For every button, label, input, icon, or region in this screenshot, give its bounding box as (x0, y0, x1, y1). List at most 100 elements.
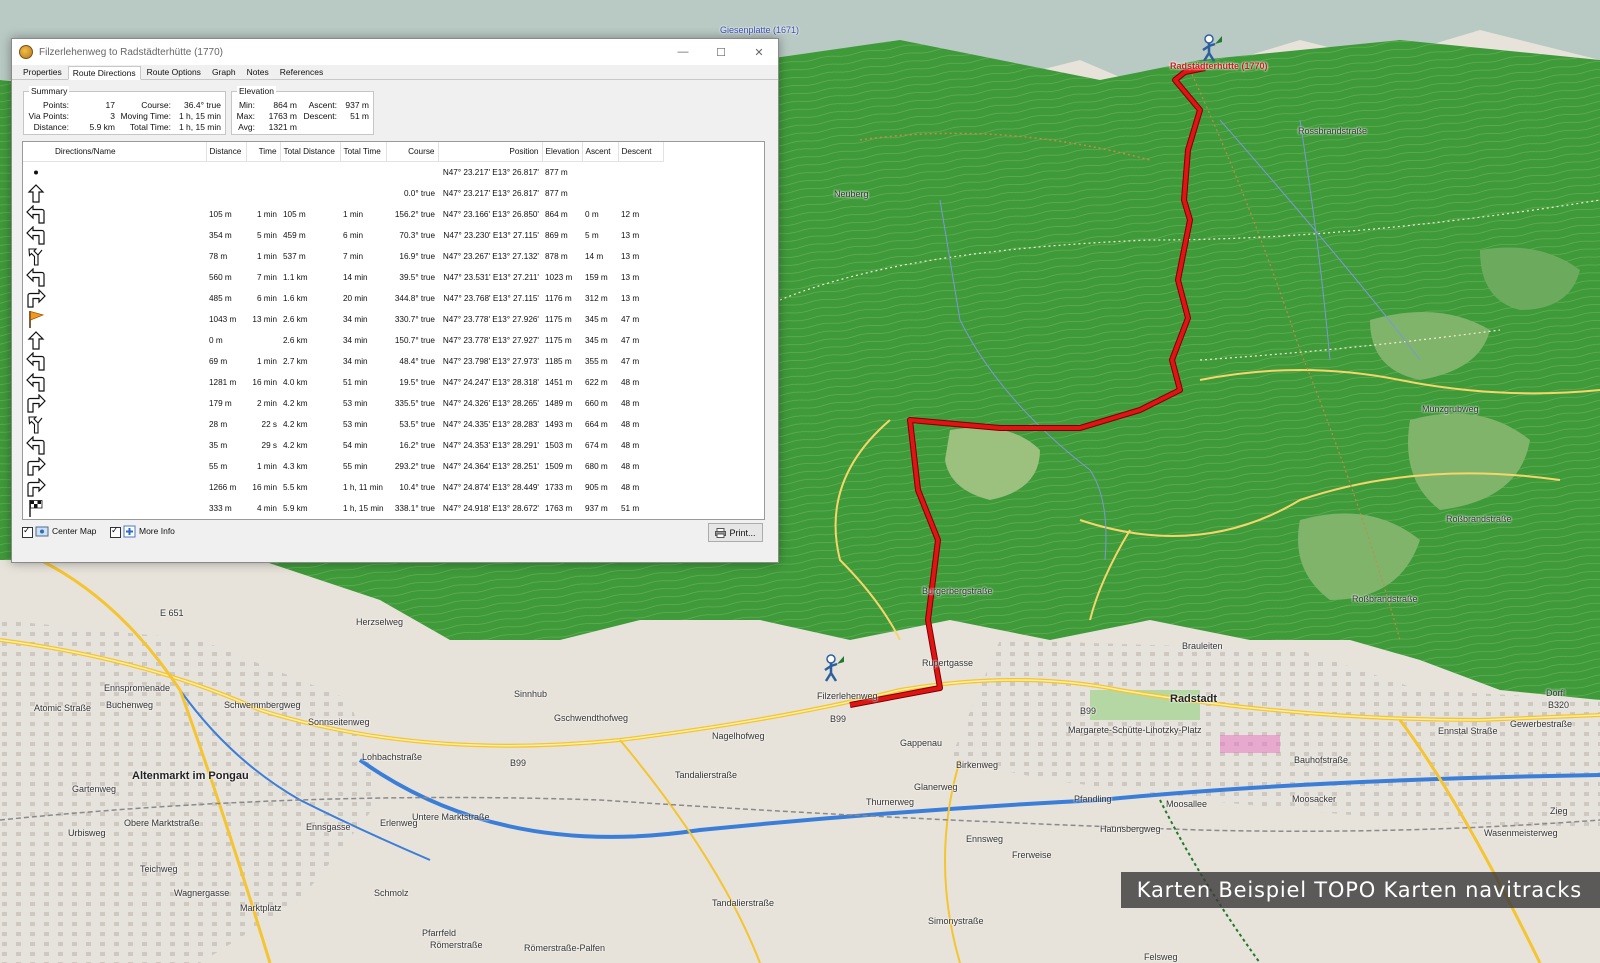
map-label-roemerstrasse-palfen: Römerstraße-Palfen (524, 943, 606, 953)
direction-row[interactable]: Turn left onto Alte Bundesstraße 105 m 1 m… (23, 204, 663, 225)
cell-total-time: 20 min (343, 294, 368, 303)
direction-row[interactable]: Radstädterhütte (1770) 333 m 4 min 5.9 km 1 … (23, 498, 663, 519)
col-distance[interactable]: Distance (206, 142, 247, 162)
cell-descent: 13 m (621, 294, 640, 303)
cell-descent: 48 m (621, 420, 640, 429)
cell-ascent: 674 m (585, 441, 608, 450)
cell-ascent: 5 m (585, 231, 599, 240)
app-icon (19, 45, 33, 59)
cell-time: 13 min (252, 315, 277, 324)
map-label-e651: E 651 (160, 608, 184, 618)
direction-row[interactable]: Turn right onto Bergweg (T2) 1266 m 16 min… (23, 477, 663, 498)
tab-properties[interactable]: Properties (18, 65, 67, 79)
close-button[interactable]: ✕ (740, 39, 778, 65)
cell-descent: 13 m (621, 252, 640, 261)
direction-row[interactable]: Turn right onto Bergweg (T2) 55 m 1 min 4.3… (23, 456, 663, 477)
direction-cell: Turn left onto Bergweg (T2) (23, 351, 48, 372)
tab-route-options[interactable]: Route Options (142, 65, 206, 79)
tab-references[interactable]: References (275, 65, 328, 79)
cell-total-distance (280, 183, 340, 204)
printer-icon (715, 527, 727, 538)
cell-total-time: 34 min (343, 336, 368, 345)
direction-row[interactable]: Barrier 1043 m 13 min 2.6 km 34 min 330.7° tr… (23, 309, 663, 330)
cell-total-time: 14 min (343, 273, 368, 282)
col-total-time[interactable]: Total Time (340, 142, 387, 162)
finish-flag-icon (26, 499, 46, 518)
elevation-label: Elevation (237, 86, 276, 96)
col-total-distance[interactable]: Total Distance (280, 142, 341, 162)
cell-elevation: 1175 m (545, 315, 572, 324)
more-info-checkbox[interactable] (110, 525, 121, 538)
cell-course: 19.5° true (399, 378, 435, 387)
directions-table[interactable]: Directions/Name Distance Time Total Dist… (22, 141, 765, 520)
map-label-moosallee: Moosallee (1166, 799, 1208, 809)
col-position[interactable]: Position (438, 142, 543, 162)
direction-row[interactable]: Turn left onto Bergweg (T2) 69 m 1 min 2.7 … (23, 351, 663, 372)
hiker-end-icon[interactable] (1200, 34, 1224, 62)
map-label-wasenmeisterweg: Wasenmeisterweg (1484, 828, 1558, 838)
direction-row[interactable]: Keep left onto Bergweg (T2) 28 m 22 s 4.2 k… (23, 414, 663, 435)
direction-row[interactable]: Turn left onto Münzgrubweg 35 m 29 s 4.2 km… (23, 435, 663, 456)
map-label-giesenplatte: Giesenplatte (1671) (720, 25, 800, 35)
hiker-start-icon[interactable] (822, 654, 846, 682)
cell-elevation: 1503 m (545, 441, 573, 450)
tab-route-directions[interactable]: Route Directions (67, 66, 141, 80)
direction-cell: Get on Münzgrubweg and walk northeas (23, 330, 48, 351)
col-directions[interactable]: Directions/Name (23, 142, 207, 162)
direction-row[interactable]: Keep left onto Bergweg (T2) 78 m 1 min 537 … (23, 246, 663, 267)
cell-ascent (582, 183, 618, 204)
cell-time: 22 s (261, 420, 277, 429)
direction-row[interactable]: Get on Filzerlehenweg and walk south 0.0°… (23, 183, 663, 204)
col-ascent[interactable]: Ascent (582, 142, 619, 162)
cell-distance (206, 162, 246, 184)
minimize-button[interactable]: — (664, 39, 702, 65)
tab-graph[interactable]: Graph (207, 65, 241, 79)
cell-course: 344.8° true (394, 294, 435, 303)
map-label-ennsweg: Ennsweg (966, 834, 1004, 844)
elev-min-value: 864 m (273, 100, 297, 110)
direction-row[interactable]: Turn left onto Bergweg (T2) 560 m 7 min 1.1… (23, 267, 663, 288)
cell-distance: 78 m (209, 252, 228, 261)
cell-elevation: 878 m (545, 252, 568, 261)
direction-row[interactable]: Get on Münzgrubweg and walk northeas 0 m 2… (23, 330, 663, 351)
cell-total-distance: 105 m (283, 210, 306, 219)
cell-descent: 47 m (621, 315, 640, 324)
direction-row[interactable]: Turn right onto Wanderweg 64 485 m 6 min 1.… (23, 288, 663, 309)
cell-course: 10.4° true (399, 483, 435, 492)
direction-row[interactable]: Turn left onto Rupertgasse 354 m 5 min 459 … (23, 225, 663, 246)
maximize-button[interactable]: ☐ (702, 39, 740, 65)
cell-total-time: 54 min (343, 441, 368, 450)
cell-distance: 55 m (209, 462, 228, 471)
print-button[interactable]: Print... (708, 523, 763, 542)
print-label: Print... (729, 527, 756, 538)
direction-cell: Barrier (23, 309, 48, 330)
distance-value: 5.9 km (89, 122, 115, 132)
via-points-label: Via Points: (28, 111, 69, 121)
map-label-nagelhofweg: Nagelhofweg (712, 731, 765, 741)
cell-time: 16 min (252, 378, 277, 387)
map-label-ennstal-strasse: Ennstal Straße (1438, 726, 1498, 736)
title-bar[interactable]: Filzerlehenweg to Radstädterhütte (1770)… (12, 39, 778, 65)
tab-notes[interactable]: Notes (242, 65, 274, 79)
map-label-thurnerweg: Thurnerweg (866, 797, 915, 807)
col-elevation[interactable]: Elevation (542, 142, 583, 162)
map-label-neuberg: Neuberg (834, 189, 869, 199)
cell-elevation: 1451 m (545, 378, 573, 387)
cell-time: 1 min (256, 357, 277, 366)
cell-total-distance: 1.6 km (283, 294, 308, 303)
center-map-icon (35, 526, 49, 537)
cell-course: 39.5° true (399, 273, 435, 282)
cell-distance: 485 m (209, 294, 232, 303)
col-descent[interactable]: Descent (618, 142, 664, 162)
direction-row[interactable]: Filzerlehenweg N47° 23.217' E13° 26.817' 8… (23, 162, 663, 184)
direction-row[interactable]: Turn right onto Münzgrubweg 179 m 2 min 4.2… (23, 393, 663, 414)
center-map-label[interactable]: Center Map (52, 526, 96, 536)
cell-distance: 105 m (209, 210, 232, 219)
cell-time: 16 min (252, 483, 277, 492)
col-time[interactable]: Time (246, 142, 281, 162)
cell-ascent: 622 m (585, 378, 608, 387)
col-course[interactable]: Course (386, 142, 439, 162)
center-map-checkbox[interactable] (22, 525, 33, 538)
more-info-label[interactable]: More Info (139, 526, 175, 536)
direction-row[interactable]: Turn left onto Bergweg (T2) 1281 m 16 min 4… (23, 372, 663, 393)
